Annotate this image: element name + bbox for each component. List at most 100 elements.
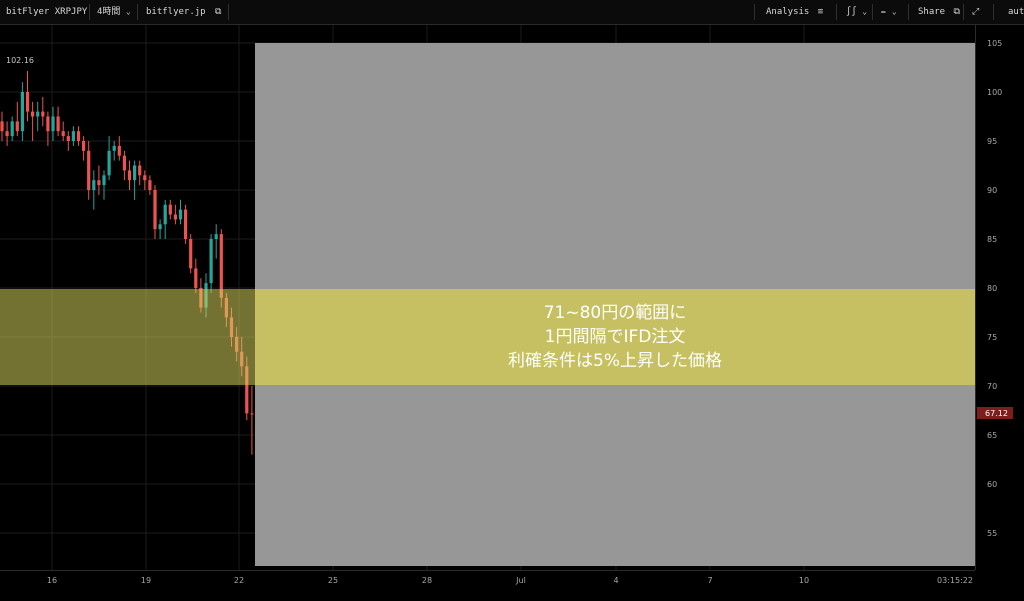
- time-tick-label: 03:15:22: [937, 576, 973, 585]
- candle-body: [71, 131, 75, 141]
- analysis-button[interactable]: Analysis ≌: [766, 0, 823, 24]
- price-tick-label: 85: [987, 235, 997, 244]
- toolbar-divider: [137, 4, 138, 20]
- share-external-icon: ⧉: [953, 7, 960, 17]
- top-toolbar: bitFlyer XRPJPY 4時間 ⌄ bitflyer.jp ⧉ Anal…: [0, 0, 1024, 25]
- candle-body: [214, 234, 218, 239]
- price-tick-label: 90: [987, 186, 997, 195]
- candle-body: [10, 121, 14, 137]
- share-button[interactable]: Share ⧉: [918, 0, 960, 24]
- candle-icon: ∫∫: [846, 7, 857, 17]
- candle-body: [163, 204, 167, 225]
- toolbar-divider: [228, 4, 229, 20]
- candle-body: [158, 224, 162, 230]
- external-link-icon: ⧉: [215, 7, 222, 17]
- time-tick-label: 4: [613, 576, 618, 585]
- analysis-label: Analysis: [766, 7, 810, 17]
- drawing-tools-button[interactable]: ✏ ⌄: [881, 0, 897, 24]
- expand-icon: ⤢: [972, 7, 980, 17]
- candle-body: [117, 145, 121, 156]
- time-tick-label: 28: [422, 576, 432, 585]
- price-tick-label: 70: [987, 382, 997, 391]
- toolbar-divider: [89, 4, 90, 20]
- time-tick-label: 19: [141, 576, 151, 585]
- price-tick-label: 95: [987, 137, 997, 146]
- candle-body: [76, 131, 81, 141]
- candle-body: [122, 155, 126, 171]
- toolbar-divider: [754, 4, 755, 20]
- symbol-label[interactable]: bitFlyer XRPJPY: [6, 0, 87, 24]
- candle-body: [61, 131, 65, 137]
- price-axis: 55 60 65 70 75 80 85 90 95 100 105: [987, 39, 1002, 538]
- candle-body: [250, 413, 254, 415]
- interval-label: 4時間: [97, 7, 121, 17]
- pencil-icon: ✏: [881, 7, 887, 17]
- time-tick-label: 22: [234, 576, 244, 585]
- candle-body: [15, 121, 19, 132]
- price-tick-label: 75: [987, 333, 997, 342]
- candle-body: [112, 145, 116, 151]
- time-tick-label: 7: [707, 576, 712, 585]
- time-tick-label: 10: [799, 576, 809, 585]
- candle-body: [184, 209, 188, 239]
- candle-body: [153, 190, 157, 230]
- price-tick-label: 65: [987, 431, 997, 440]
- candle-body: [41, 111, 45, 117]
- candle-body: [25, 92, 30, 112]
- chevron-down-icon: ⌄: [125, 7, 131, 16]
- candle-body: [20, 92, 24, 132]
- toolbar-divider: [908, 4, 909, 20]
- candle-body: [173, 214, 177, 220]
- toolbar-divider: [993, 4, 994, 20]
- candle-body: [189, 239, 193, 269]
- price-tick-label: 80: [987, 284, 997, 293]
- interval-selector[interactable]: 4時間 ⌄: [97, 0, 131, 24]
- chart-type-button[interactable]: ∫∫ ⌄: [846, 0, 867, 24]
- expand-button[interactable]: ⤢: [972, 0, 979, 24]
- time-tick-label: 16: [47, 576, 57, 585]
- note-line-1: 71~80円の範囲に: [543, 303, 687, 323]
- price-tick-label: 60: [987, 480, 997, 489]
- candle-body: [87, 150, 91, 190]
- candle-body: [0, 121, 4, 132]
- candle-body: [178, 209, 183, 220]
- site-label: bitflyer.jp: [146, 7, 206, 17]
- candle-body: [56, 116, 60, 132]
- candle-body: [133, 165, 137, 181]
- price-tick-label: 105: [987, 39, 1002, 48]
- candle-body: [5, 131, 9, 137]
- time-axis: 16 19 22 25 28 Jul 4 7 10 03:15:22: [47, 576, 973, 585]
- candle-body: [82, 141, 86, 151]
- candle-body: [102, 175, 106, 186]
- site-link[interactable]: bitflyer.jp ⧉: [146, 0, 221, 24]
- candle-body: [107, 150, 111, 176]
- user-label[interactable]: aut: [1008, 0, 1024, 24]
- indicator-icon: ≌: [817, 7, 824, 17]
- last-price-label: 67.12: [985, 409, 1008, 418]
- toolbar-divider: [963, 4, 964, 20]
- chevron-down-icon: ⌄: [891, 7, 897, 16]
- candle-body: [46, 116, 50, 132]
- time-tick-label: Jul: [515, 576, 526, 585]
- toolbar-divider: [836, 4, 837, 20]
- candle-body: [66, 136, 70, 141]
- candle-body: [143, 175, 147, 181]
- share-label: Share: [918, 7, 946, 17]
- time-tick-label: 25: [328, 576, 338, 585]
- candle-body: [148, 180, 152, 190]
- candle-body: [127, 170, 132, 181]
- toolbar-divider: [872, 4, 873, 20]
- high-price-label: 102.16: [6, 56, 34, 65]
- note-line-3: 利確条件は5%上昇した価格: [508, 351, 722, 371]
- candle-body: [97, 180, 101, 186]
- price-tick-label: 55: [987, 529, 997, 538]
- note-line-2: 1円間隔でIFD注文: [544, 327, 686, 347]
- candle-body: [36, 111, 40, 117]
- candle-body: [92, 180, 96, 190]
- chevron-down-icon: ⌄: [862, 7, 868, 16]
- candle-body: [219, 234, 223, 298]
- candle-body: [31, 111, 35, 117]
- candle-body: [138, 165, 142, 176]
- candle-body: [194, 268, 198, 288]
- order-note: 71~80円の範囲に 1円間隔でIFD注文 利確条件は5%上昇した価格: [255, 289, 975, 385]
